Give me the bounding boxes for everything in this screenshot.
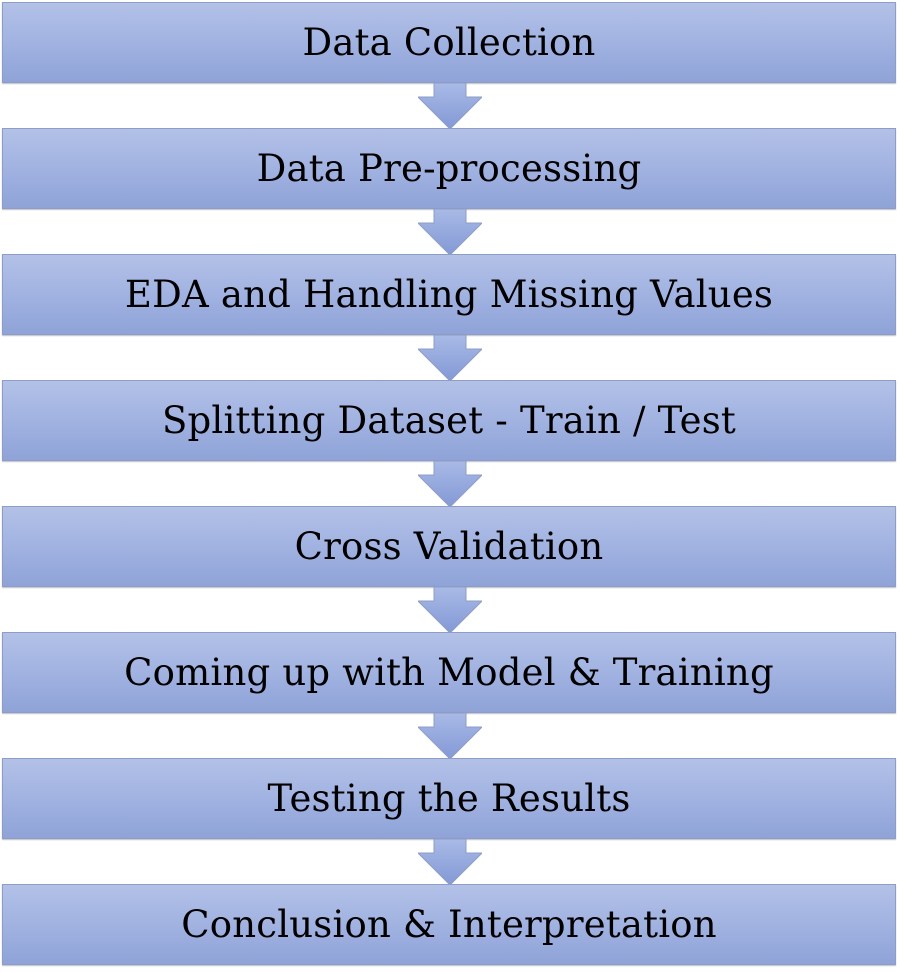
step-data-pre-processing: Data Pre-processing xyxy=(2,128,896,209)
step-testing-results: Testing the Results xyxy=(2,758,896,839)
step-label: Data Pre-processing xyxy=(256,147,642,190)
step-label: Testing the Results xyxy=(267,777,631,820)
flowchart: Data Collection Data Pre-processing EDA … xyxy=(0,0,900,972)
down-arrow-icon xyxy=(418,839,482,885)
down-arrow-icon xyxy=(418,209,482,255)
step-label: Data Collection xyxy=(302,21,596,64)
step-label: Conclusion & Interpretation xyxy=(181,903,717,946)
step-label: Cross Validation xyxy=(294,525,604,568)
down-arrow-icon xyxy=(418,83,482,129)
down-arrow-icon xyxy=(418,461,482,507)
down-arrow-icon xyxy=(418,335,482,381)
step-data-collection: Data Collection xyxy=(2,2,896,83)
step-label: Coming up with Model & Training xyxy=(124,651,774,694)
down-arrow-icon xyxy=(418,587,482,633)
step-label: Splitting Dataset - Train / Test xyxy=(161,399,736,442)
down-arrow-icon xyxy=(418,713,482,759)
step-eda-missing-values: EDA and Handling Missing Values xyxy=(2,254,896,335)
step-cross-validation: Cross Validation xyxy=(2,506,896,587)
step-splitting-dataset: Splitting Dataset - Train / Test xyxy=(2,380,896,461)
step-conclusion-interpretation: Conclusion & Interpretation xyxy=(2,884,896,965)
step-model-training: Coming up with Model & Training xyxy=(2,632,896,713)
step-label: EDA and Handling Missing Values xyxy=(124,273,774,316)
